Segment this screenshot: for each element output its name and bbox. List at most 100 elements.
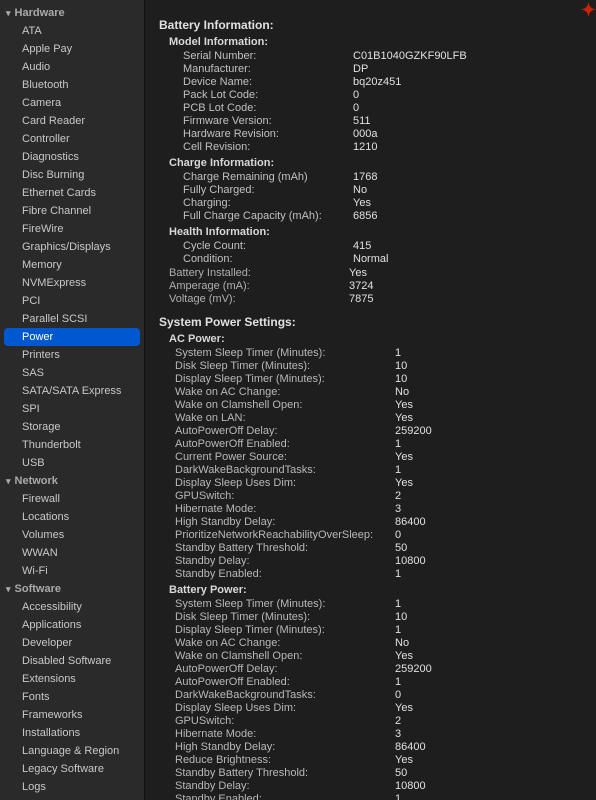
ac-displaysleep-dim-label: Display Sleep Uses Dim: <box>175 477 395 489</box>
charge-remaining-label: Charge Remaining (mAh) <box>183 171 353 183</box>
sidebar-item-accessibility[interactable]: Accessibility <box>0 598 144 616</box>
voltage-row: Voltage (mV): 7875 <box>169 293 582 305</box>
sidebar-item-memory[interactable]: Memory <box>0 256 144 274</box>
sidebar-item-storage[interactable]: Storage <box>0 418 144 436</box>
sidebar-item-thunderbolt[interactable]: Thunderbolt <box>0 436 144 454</box>
sidebar-item-audio[interactable]: Audio <box>0 58 144 76</box>
ac-gpuswitch-value: 2 <box>395 490 401 502</box>
sidebar-item-volumes[interactable]: Volumes <box>0 526 144 544</box>
sidebar-section-hardware[interactable]: ▾ Hardware <box>0 4 144 22</box>
serial-value: C01B1040GZKF90LFB <box>353 50 467 62</box>
sidebar-item-parallelscsi[interactable]: Parallel SCSI <box>0 310 144 328</box>
sidebar-item-bluetooth[interactable]: Bluetooth <box>0 76 144 94</box>
ac-standby-delay-value: 10800 <box>395 555 426 567</box>
ac-gpuswitch-row: GPUSwitch: 2 <box>175 490 582 502</box>
bat-standby-delay-label: Standby Delay: <box>175 780 395 792</box>
sidebar-item-camera[interactable]: Camera <box>0 94 144 112</box>
cellrev-label: Cell Revision: <box>183 141 353 153</box>
triangle-icon-software: ▾ <box>6 584 11 595</box>
ac-wake-clamshell-value: Yes <box>395 399 413 411</box>
sidebar-item-locations[interactable]: Locations <box>0 508 144 526</box>
fully-charged-value: No <box>353 184 367 196</box>
sidebar-item-wifi[interactable]: Wi-Fi <box>0 562 144 580</box>
sidebar-section-software[interactable]: ▾ Software <box>0 580 144 598</box>
sidebar-item-diagnostics[interactable]: Diagnostics <box>0 148 144 166</box>
bat-wake-ac-value: No <box>395 637 409 649</box>
bat-autopoweroff-delay-value: 259200 <box>395 663 432 675</box>
bat-system-sleep-label: System Sleep Timer (Minutes): <box>175 598 395 610</box>
ac-prioritize-value: 0 <box>395 529 401 541</box>
ac-autopoweroff-enabled-row: AutoPowerOff Enabled: 1 <box>175 438 582 450</box>
devicename-label: Device Name: <box>183 76 353 88</box>
sidebar-item-managedclient[interactable]: Managed Client <box>0 796 144 800</box>
charging-label: Charging: <box>183 197 353 209</box>
sidebar-section-network[interactable]: ▾ Network <box>0 472 144 490</box>
cycle-count-row: Cycle Count: 415 <box>169 240 582 252</box>
sidebar-item-installations[interactable]: Installations <box>0 724 144 742</box>
condition-value: Normal <box>353 253 388 265</box>
sidebar-item-cardreader[interactable]: Card Reader <box>0 112 144 130</box>
sidebar-item-ata[interactable]: ATA <box>0 22 144 40</box>
system-power-title: System Power Settings: <box>159 315 582 329</box>
triangle-icon-network: ▾ <box>6 476 11 487</box>
sidebar-item-wwan[interactable]: WWAN <box>0 544 144 562</box>
sidebar-item-extensions[interactable]: Extensions <box>0 670 144 688</box>
sidebar-item-pci[interactable]: PCI <box>0 292 144 310</box>
bat-disk-sleep-row: Disk Sleep Timer (Minutes): 10 <box>175 611 582 623</box>
sidebar-item-sas[interactable]: SAS <box>0 364 144 382</box>
sidebar-item-nvmexpress[interactable]: NVMExpress <box>0 274 144 292</box>
ac-standby-threshold-value: 50 <box>395 542 407 554</box>
ac-current-power-value: Yes <box>395 451 413 463</box>
battery-hwrev-row: Hardware Revision: 000a <box>169 128 582 140</box>
bat-standby-enabled-row: Standby Enabled: 1 <box>175 793 582 800</box>
sidebar-hardware-items: ATA Apple Pay Audio Bluetooth Camera Car… <box>0 22 144 472</box>
ac-system-sleep-value: 1 <box>395 347 401 359</box>
sidebar-item-discburning[interactable]: Disc Burning <box>0 166 144 184</box>
ac-disk-sleep-value: 10 <box>395 360 407 372</box>
bat-autopoweroff-enabled-row: AutoPowerOff Enabled: 1 <box>175 676 582 688</box>
sidebar-item-fibrechannel[interactable]: Fibre Channel <box>0 202 144 220</box>
sidebar-item-controller[interactable]: Controller <box>0 130 144 148</box>
sidebar-item-printers[interactable]: Printers <box>0 346 144 364</box>
sidebar-item-language[interactable]: Language & Region <box>0 742 144 760</box>
manufacturer-value: DP <box>353 63 368 75</box>
sidebar-item-frameworks[interactable]: Frameworks <box>0 706 144 724</box>
ac-highstandby-label: High Standby Delay: <box>175 516 395 528</box>
sidebar-item-spi[interactable]: SPI <box>0 400 144 418</box>
ac-standby-delay-label: Standby Delay: <box>175 555 395 567</box>
bat-standby-threshold-row: Standby Battery Threshold: 50 <box>175 767 582 779</box>
battery-manufacturer-row: Manufacturer: DP <box>169 63 582 75</box>
ac-hibernate-value: 3 <box>395 503 401 515</box>
sidebar-item-sata[interactable]: SATA/SATA Express <box>0 382 144 400</box>
sidebar-item-applepay[interactable]: Apple Pay <box>0 40 144 58</box>
battery-power-fields: System Sleep Timer (Minutes): 1 Disk Sle… <box>175 598 582 800</box>
sidebar-item-firewall[interactable]: Firewall <box>0 490 144 508</box>
sidebar-item-usb[interactable]: USB <box>0 454 144 472</box>
bat-wake-ac-label: Wake on AC Change: <box>175 637 395 649</box>
sidebar-item-applications[interactable]: Applications <box>0 616 144 634</box>
sidebar-item-fonts[interactable]: Fonts <box>0 688 144 706</box>
full-charge-capacity-row: Full Charge Capacity (mAh): 6856 <box>169 210 582 222</box>
sidebar-item-power[interactable]: Power <box>4 328 140 346</box>
sidebar-item-graphics[interactable]: Graphics/Displays <box>0 238 144 256</box>
ac-prioritize-row: PrioritizeNetworkReachabilityOverSleep: … <box>175 529 582 541</box>
sidebar-item-disabledsoftware[interactable]: Disabled Software <box>0 652 144 670</box>
sidebar-item-legacysoftware[interactable]: Legacy Software <box>0 760 144 778</box>
sidebar-item-firewire[interactable]: FireWire <box>0 220 144 238</box>
bat-reduce-brightness-row: Reduce Brightness: Yes <box>175 754 582 766</box>
bat-wake-ac-row: Wake on AC Change: No <box>175 637 582 649</box>
sidebar-item-logs[interactable]: Logs <box>0 778 144 796</box>
bat-hibernate-value: 3 <box>395 728 401 740</box>
ac-standby-enabled-row: Standby Enabled: 1 <box>175 568 582 580</box>
packlot-label: Pack Lot Code: <box>183 89 353 101</box>
cellrev-value: 1210 <box>353 141 377 153</box>
sidebar-item-developer[interactable]: Developer <box>0 634 144 652</box>
bat-disk-sleep-label: Disk Sleep Timer (Minutes): <box>175 611 395 623</box>
charging-row: Charging: Yes <box>169 197 582 209</box>
sidebar-item-ethernets[interactable]: Ethernet Cards <box>0 184 144 202</box>
bat-highstandby-value: 86400 <box>395 741 426 753</box>
bat-gpuswitch-row: GPUSwitch: 2 <box>175 715 582 727</box>
hwrev-label: Hardware Revision: <box>183 128 353 140</box>
ac-standby-threshold-label: Standby Battery Threshold: <box>175 542 395 554</box>
bat-displaysleep-dim-value: Yes <box>395 702 413 714</box>
